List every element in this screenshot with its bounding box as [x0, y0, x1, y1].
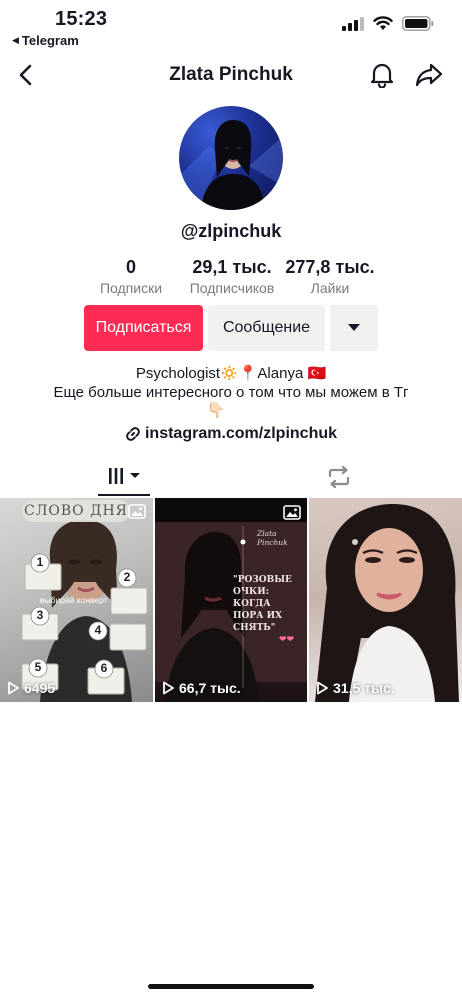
subscribe-button[interactable]: Подписаться [84, 305, 203, 351]
bio-line-3: 👇🏻 [206, 402, 226, 419]
instagram-link[interactable]: instagram.com/zlpinchuk [0, 425, 462, 443]
tile-2-header: Zlata Pinchuk [257, 529, 288, 547]
wifi-icon [373, 16, 393, 30]
repost-icon [328, 466, 350, 488]
bio-line-1: Psychologist🔅📍Alanya 🇹🇷 [135, 365, 327, 382]
tab-reposts[interactable] [322, 458, 356, 496]
stat-followers-label: Подписчиков [189, 280, 275, 296]
dropdown-icon [130, 473, 140, 478]
message-button[interactable]: Сообщение [208, 305, 325, 351]
video-views: 66,7 тыс. [161, 680, 241, 696]
profile-username: @zlpinchuk [180, 221, 282, 241]
play-icon [8, 681, 19, 695]
bio-line-2: Еще больше интересного о том что мы може… [53, 384, 409, 401]
video-views-count: 6495 [24, 680, 56, 696]
status-bar: 15:23 ◀ Telegram [0, 0, 462, 52]
bell-icon[interactable] [368, 60, 396, 88]
svg-text:❤❤: ❤❤ [279, 635, 295, 645]
more-options-button[interactable] [330, 305, 378, 351]
tab-videos[interactable] [98, 458, 150, 496]
back-triangle-icon: ◀ [12, 35, 19, 45]
play-icon [317, 681, 328, 695]
signal-icon [342, 16, 364, 31]
envelope-1-number: 1 [36, 555, 44, 569]
stat-following-value: 0 [125, 257, 136, 277]
play-icon [163, 681, 174, 695]
stat-likes-value: 277,8 тыс. [285, 257, 375, 277]
tile-1-title: СЛОВО ДНЯ [24, 503, 128, 519]
avatar-photo [179, 120, 283, 210]
battery-icon [402, 16, 434, 31]
video-views-count: 31,5 тыс. [333, 680, 395, 696]
stat-followers[interactable]: 29,1 тыс. Подписчиков [180, 257, 284, 296]
envelope-2-number: 2 [123, 570, 131, 584]
status-icons [342, 16, 434, 31]
image-icon [128, 504, 146, 519]
tile-1-subtitle: выбирай конверт [40, 595, 108, 605]
envelope-3-number: 3 [36, 608, 44, 622]
share-icon[interactable] [414, 60, 444, 88]
grid-icon [109, 468, 123, 484]
home-indicator[interactable] [148, 984, 314, 989]
stat-followers-value: 29,1 тыс. [192, 257, 272, 277]
back-app-label: Telegram [21, 33, 79, 48]
image-icon [283, 505, 301, 520]
dropdown-icon [348, 324, 360, 331]
video-views: 6495 [6, 680, 55, 696]
video-views-count: 66,7 тыс. [179, 680, 241, 696]
tile-2-title: "РОЗОВЫЕ ОЧКИ: КОГДА ПОРА ИХ СНЯТЬ" [233, 575, 292, 633]
envelope-5-number: 5 [34, 660, 42, 674]
stat-following[interactable]: 0 Подписки [96, 257, 166, 296]
video-tile-3[interactable]: 31,5 тыс. [309, 498, 462, 702]
video-tile-2[interactable]: ❤❤ Zlata Pinchuk "РОЗОВЫЕ ОЧКИ: КОГДА ПО… [155, 498, 307, 702]
stat-following-label: Подписки [99, 280, 163, 296]
stat-likes[interactable]: 277,8 тыс. Лайки [280, 257, 380, 296]
stat-likes-label: Лайки [310, 280, 350, 296]
avatar[interactable] [179, 106, 283, 210]
status-time: 15:23 [55, 8, 108, 30]
video-thumbnail-3 [315, 504, 459, 702]
envelope-6-number: 6 [100, 661, 108, 675]
instagram-link-text: instagram.com/zlpinchuk [144, 425, 338, 442]
profile-header: Zlata Pinchuk [0, 55, 462, 95]
back-to-telegram[interactable]: ◀ Telegram [12, 33, 79, 48]
video-tile-1[interactable]: СЛОВО ДНЯ выбирай конверт 1 2 3 4 5 6 64… [0, 498, 153, 702]
envelope-4-number: 4 [94, 623, 102, 637]
link-icon [126, 427, 140, 441]
video-views: 31,5 тыс. [315, 680, 395, 696]
